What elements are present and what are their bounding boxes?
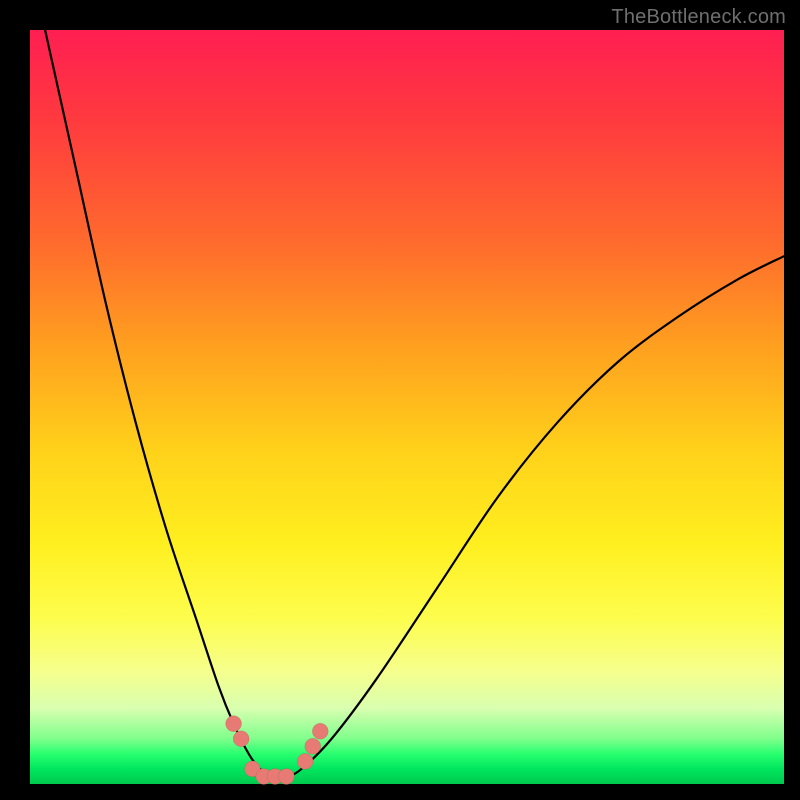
- plot-area: [30, 30, 784, 784]
- curve-marker: [278, 768, 294, 784]
- curve-marker: [233, 731, 249, 747]
- bottleneck-curve: [30, 30, 784, 784]
- curve-marker: [226, 716, 242, 732]
- curve-marker: [297, 753, 313, 769]
- watermark-text: TheBottleneck.com: [611, 6, 786, 29]
- curve-marker: [312, 723, 328, 739]
- outer-frame: TheBottleneck.com: [0, 0, 800, 800]
- curve-marker: [305, 738, 321, 754]
